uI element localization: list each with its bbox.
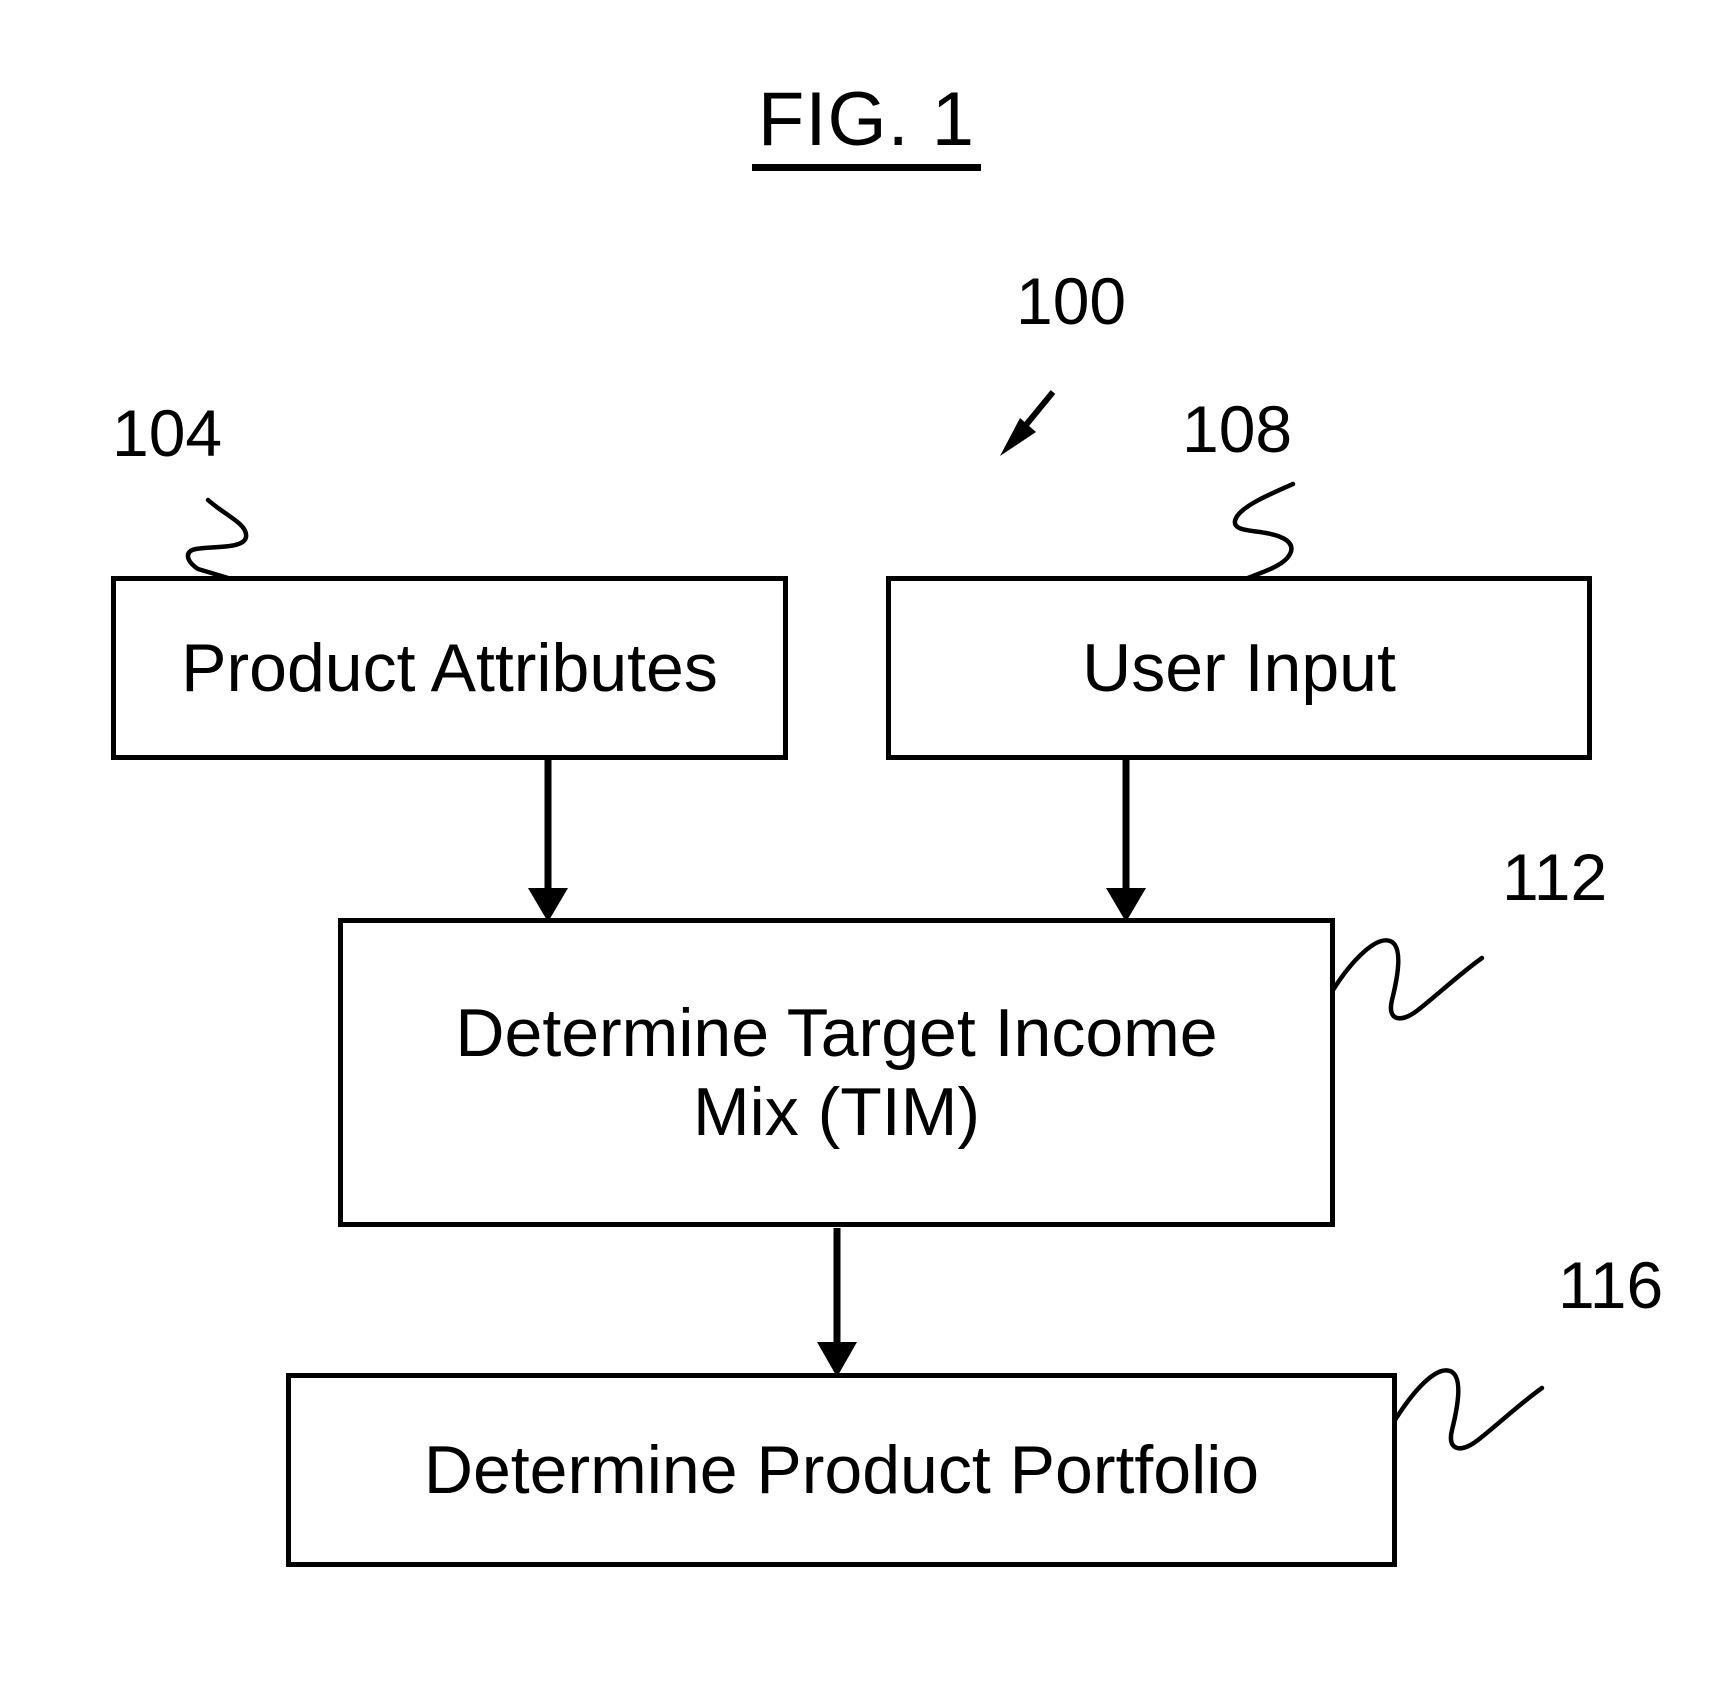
arrow-tim-to-portfolio <box>817 1228 857 1377</box>
figure-page: FIG. 1 100 104 108 112 116 Product Attri… <box>0 0 1733 1695</box>
reference-numeral-116: 116 <box>1558 1248 1664 1322</box>
leader-line-116 <box>1392 1368 1545 1451</box>
arrow-user-input-to-tim <box>1106 760 1146 922</box>
system-pointer-arrow <box>1000 390 1056 456</box>
reference-numeral-104: 104 <box>112 396 223 470</box>
reference-numeral-100: 100 <box>1016 264 1127 338</box>
arrow-product-attributes-to-tim <box>528 760 568 922</box>
box-user-input-label: User Input <box>1082 629 1396 706</box>
box-product-attributes-label: Product Attributes <box>181 629 718 706</box>
figure-title: FIG. 1 <box>0 82 1733 171</box>
box-determine-tim-label: Determine Target Income Mix (TIM) <box>455 994 1218 1150</box>
leader-line-112 <box>1330 938 1485 1021</box>
leader-line-104 <box>185 497 249 581</box>
leader-line-108 <box>1232 481 1296 581</box>
box-product-attributes[interactable]: Product Attributes <box>111 576 788 760</box>
reference-numeral-108: 108 <box>1182 392 1293 466</box>
box-determine-portfolio-label: Determine Product Portfolio <box>423 1431 1260 1508</box>
box-user-input[interactable]: User Input <box>886 576 1592 760</box>
figure-title-text: FIG. 1 <box>751 82 982 171</box>
box-determine-target-income-mix[interactable]: Determine Target Income Mix (TIM) <box>338 918 1335 1227</box>
box-determine-product-portfolio[interactable]: Determine Product Portfolio <box>286 1373 1397 1567</box>
reference-numeral-112: 112 <box>1502 840 1608 914</box>
